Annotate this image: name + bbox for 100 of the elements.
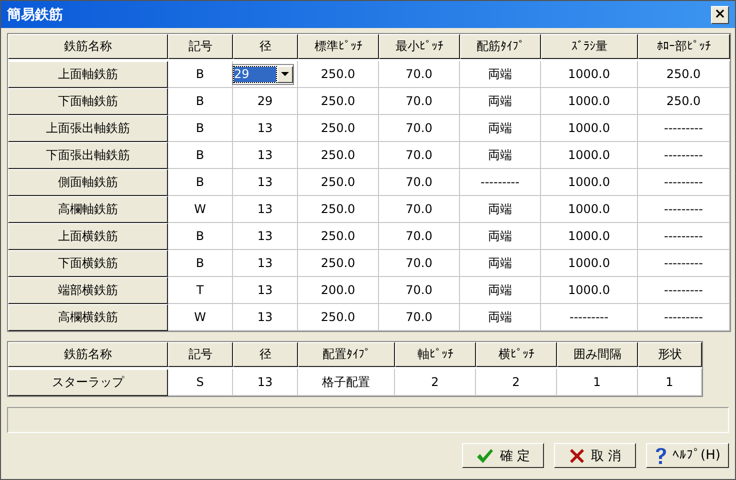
column-header: ｽﾞﾗｼ量 <box>541 34 638 59</box>
table-cell: S <box>168 369 233 396</box>
column-header: 配筋ﾀｲﾌﾟ <box>460 34 541 59</box>
table-cell: 両端 <box>460 88 541 115</box>
column-header: 横ﾋﾟｯﾁ <box>476 342 557 367</box>
table-cell: 1000.0 <box>541 61 638 88</box>
row-header: 下面軸鉄筋 <box>8 88 168 115</box>
table-cell: 250.0 <box>298 61 379 88</box>
row-header: 端部横鉄筋 <box>8 277 168 304</box>
table-cell: 両端 <box>460 223 541 250</box>
table-cell: 1000.0 <box>541 196 638 223</box>
table-cell: 250.0 <box>298 223 379 250</box>
table-cell: 1000.0 <box>541 88 638 115</box>
table-cell: --------- <box>638 250 730 277</box>
table-cell: B <box>168 142 233 169</box>
table-cell: 両端 <box>460 142 541 169</box>
table-cell: 70.0 <box>379 277 460 304</box>
table-cell: --------- <box>638 169 730 196</box>
table-cell: W <box>168 304 233 331</box>
table-cell: B <box>168 250 233 277</box>
table-cell: 両端 <box>460 250 541 277</box>
table-cell: 70.0 <box>379 115 460 142</box>
table-cell: 250.0 <box>298 169 379 196</box>
column-header: 配置ﾀｲﾌﾟ <box>298 342 395 367</box>
table-cell: --------- <box>638 196 730 223</box>
row-header: 高欄軸鉄筋 <box>8 196 168 223</box>
table-cell: 2 <box>395 369 476 396</box>
column-header: 鉄筋名称 <box>8 34 168 59</box>
column-header: 囲み間隔 <box>557 342 638 367</box>
table-cell: 200.0 <box>298 277 379 304</box>
table-cell: 250.0 <box>298 196 379 223</box>
table-cell: 2 <box>476 369 557 396</box>
row-header: 上面軸鉄筋 <box>8 61 168 88</box>
table-cell: B <box>168 169 233 196</box>
column-header: 形状 <box>638 342 702 367</box>
table-cell: 13 <box>233 223 298 250</box>
check-icon <box>476 448 494 464</box>
table-cell: --------- <box>541 304 638 331</box>
table-cell: 29 <box>233 88 298 115</box>
window-title: 簡易鉄筋 <box>7 6 63 24</box>
column-header: 径 <box>233 342 298 367</box>
table-cell: --------- <box>638 115 730 142</box>
table-cell: --------- <box>638 142 730 169</box>
question-mark-icon <box>654 446 667 464</box>
table-cell: T <box>168 277 233 304</box>
table-cell: 13 <box>233 196 298 223</box>
table-cell: B <box>168 115 233 142</box>
table-cell: 250.0 <box>638 88 730 115</box>
table-cell: 250.0 <box>298 115 379 142</box>
table-cell: 両端 <box>460 196 541 223</box>
row-header: 側面軸鉄筋 <box>8 169 168 196</box>
table-cell: 1000.0 <box>541 142 638 169</box>
table-cell: 両端 <box>460 115 541 142</box>
row-header: 下面張出軸鉄筋 <box>8 142 168 169</box>
table-cell: 70.0 <box>379 169 460 196</box>
table-cell: 1000.0 <box>541 250 638 277</box>
table-cell: --------- <box>460 169 541 196</box>
close-button[interactable]: × <box>711 6 729 24</box>
table-cell: 格子配置 <box>298 369 395 396</box>
table-cell: 13 <box>233 369 298 396</box>
table-cell: --------- <box>638 277 730 304</box>
table-cell: 13 <box>233 142 298 169</box>
table-cell: 70.0 <box>379 88 460 115</box>
table-cell: B <box>168 61 233 88</box>
ok-button[interactable]: 確 定 <box>462 443 544 468</box>
table-cell: 1000.0 <box>541 223 638 250</box>
table-cell: 70.0 <box>379 304 460 331</box>
row-header: スターラップ <box>8 369 168 396</box>
table-cell: 両端 <box>460 61 541 88</box>
column-header: 記号 <box>168 342 233 367</box>
table-cell: --------- <box>638 223 730 250</box>
dropdown-arrow-icon <box>281 72 289 76</box>
table-cell: 70.0 <box>379 196 460 223</box>
table-cell: 13 <box>233 169 298 196</box>
table-cell: 1 <box>557 369 638 396</box>
table-cell: 13 <box>233 250 298 277</box>
row-header: 下面横鉄筋 <box>8 250 168 277</box>
column-header: 軸ﾋﾟｯﾁ <box>395 342 476 367</box>
table-cell: 250.0 <box>298 88 379 115</box>
help-button[interactable]: ﾍﾙﾌﾟ(H) <box>646 443 729 468</box>
row-header: 高欄横鉄筋 <box>8 304 168 331</box>
table-cell: 13 <box>233 304 298 331</box>
column-header: 記号 <box>168 34 233 59</box>
table-cell: 70.0 <box>379 61 460 88</box>
table-cell: 1000.0 <box>541 277 638 304</box>
column-header: 鉄筋名称 <box>8 342 168 367</box>
table-cell: 70.0 <box>379 223 460 250</box>
cancel-button[interactable]: 取 消 <box>554 443 636 468</box>
table-cell: 250.0 <box>298 304 379 331</box>
table-cell: --------- <box>638 304 730 331</box>
column-header: 標準ﾋﾟｯﾁ <box>298 34 379 59</box>
table-cell: 250.0 <box>298 142 379 169</box>
table-cell: 13 <box>233 115 298 142</box>
column-header: 径 <box>233 34 298 59</box>
column-header: ﾎﾛｰ部ﾋﾟｯﾁ <box>638 34 730 59</box>
table-cell: W <box>168 196 233 223</box>
diameter-dropdown[interactable]: 29 <box>232 64 294 84</box>
table-cell: 70.0 <box>379 250 460 277</box>
table-cell: 250.0 <box>638 61 730 88</box>
table-cell: 1000.0 <box>541 169 638 196</box>
